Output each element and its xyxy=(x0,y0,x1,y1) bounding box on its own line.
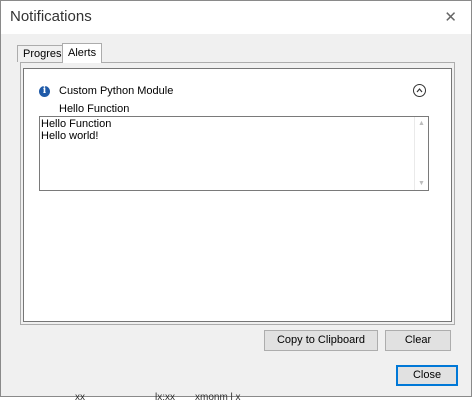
scroll-down-icon[interactable]: ▼ xyxy=(418,180,425,187)
alert-output-textbox[interactable]: Hello Function Hello world! ▲ ▼ xyxy=(39,116,429,191)
notifications-dialog: Notifications ✕ Progress Alerts i Custom… xyxy=(0,0,472,397)
close-icon[interactable]: ✕ xyxy=(444,8,457,26)
collapse-icon[interactable] xyxy=(413,84,426,97)
background-text-fragment: lx:xx xyxy=(155,392,175,403)
alerts-tab-panel: i Custom Python Module Hello Function He… xyxy=(20,62,455,325)
tab-progress[interactable]: Progress xyxy=(17,45,67,62)
background-text-fragment: xx xyxy=(75,392,85,403)
alert-output-text: Hello Function Hello world! xyxy=(41,118,112,142)
alerts-list: i Custom Python Module Hello Function He… xyxy=(23,68,452,322)
close-button[interactable]: Close xyxy=(396,365,458,386)
window-title: Notifications xyxy=(10,8,92,25)
vertical-scrollbar[interactable]: ▲ ▼ xyxy=(414,117,428,190)
alert-function-name: Hello Function xyxy=(59,103,130,115)
clear-button[interactable]: Clear xyxy=(385,330,451,351)
tab-alerts[interactable]: Alerts xyxy=(62,43,102,63)
alert-module-name: Custom Python Module xyxy=(59,85,174,97)
background-text-fragment: xmonm l x xyxy=(195,392,241,403)
copy-to-clipboard-button[interactable]: Copy to Clipboard xyxy=(264,330,378,351)
info-icon: i xyxy=(39,86,50,97)
title-bar: Notifications ✕ xyxy=(1,1,471,34)
scroll-up-icon[interactable]: ▲ xyxy=(418,120,425,127)
